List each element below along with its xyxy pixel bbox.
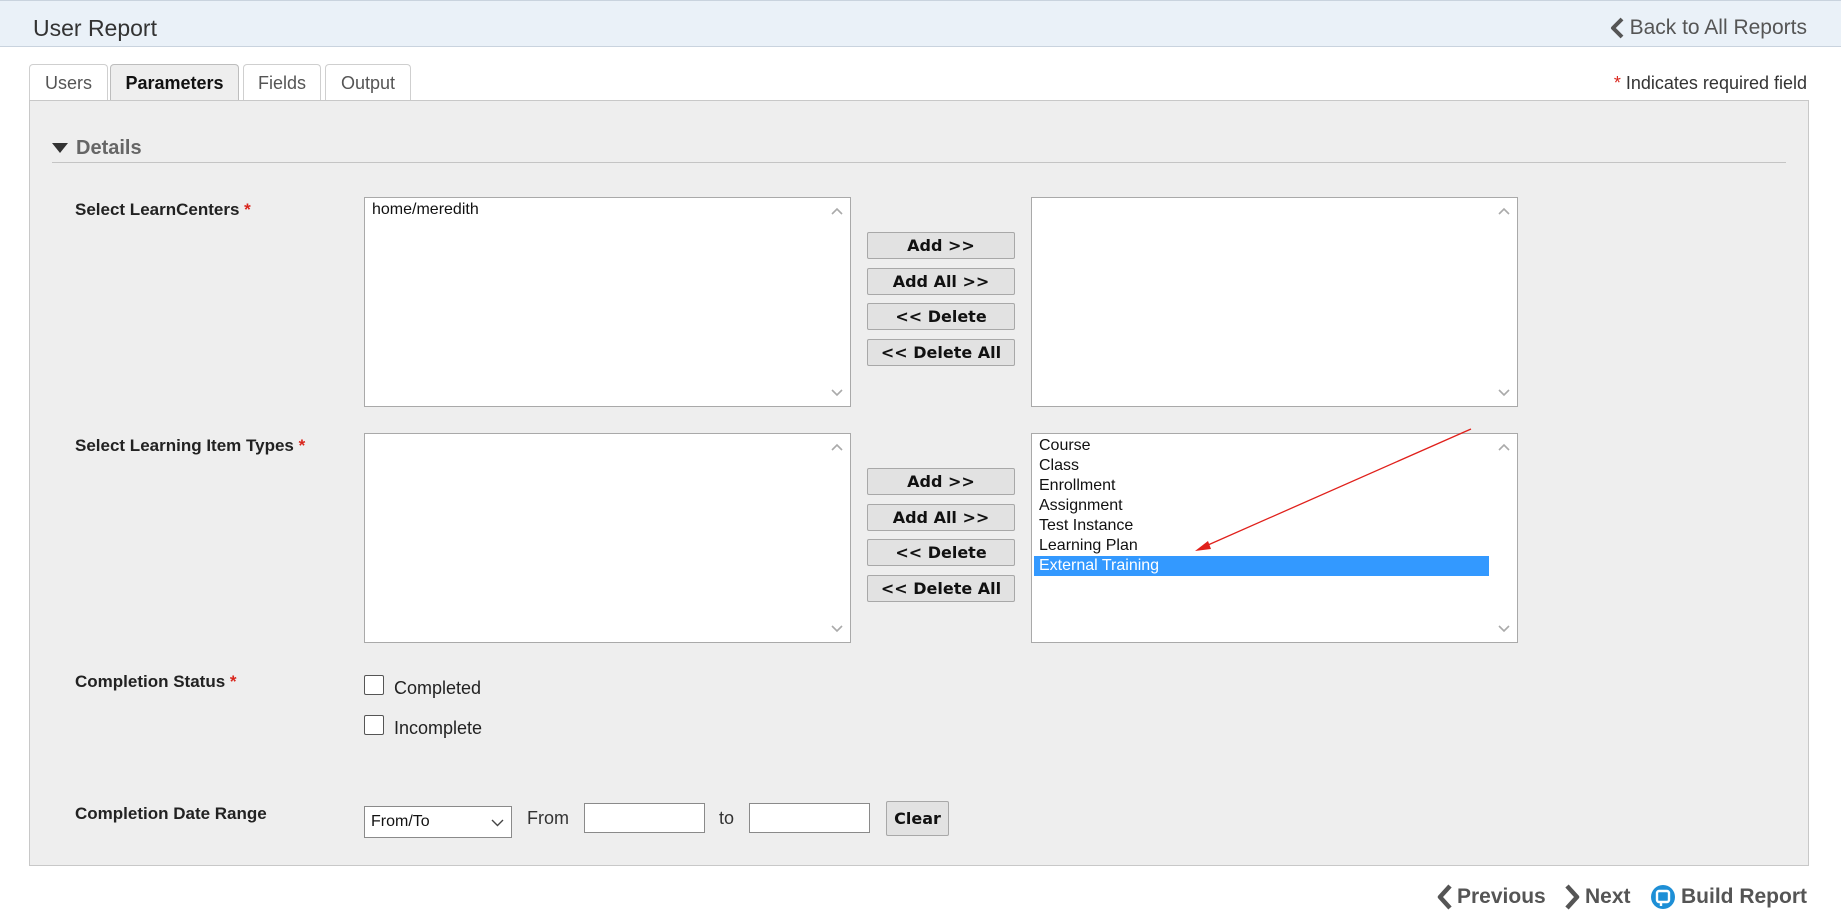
item-types-selected-list[interactable]: Course Class Enrollment Assignment Test … — [1031, 433, 1518, 643]
list-item[interactable]: Learning Plan — [1034, 536, 1489, 556]
scroll-down-icon[interactable] — [1497, 624, 1511, 634]
scroll-down-icon[interactable] — [830, 624, 844, 634]
scroll-up-icon[interactable] — [1497, 442, 1511, 452]
learncenters-add-all-button[interactable]: Add All >> — [867, 268, 1015, 295]
back-to-reports-link[interactable]: Back to All Reports — [1610, 16, 1807, 40]
date-range-mode-value: From/To — [371, 813, 430, 830]
learncenters-add-button[interactable]: Add >> — [867, 232, 1015, 259]
to-date-input[interactable] — [749, 803, 870, 833]
list-item-selected[interactable]: External Training — [1034, 556, 1489, 576]
required-field-note: * Indicates required field — [1614, 73, 1807, 94]
learncenters-label-text: Select LearnCenters — [75, 200, 240, 219]
list-item[interactable]: home/meredith — [367, 200, 822, 220]
completion-status-label: Completion Status * — [75, 672, 237, 692]
clear-dates-button[interactable]: Clear — [886, 801, 949, 836]
completed-checkbox-label[interactable]: Completed — [394, 678, 481, 699]
learncenters-selected-list[interactable] — [1031, 197, 1518, 407]
tab-label: Fields — [257, 72, 306, 93]
tab-label: Users — [44, 72, 92, 93]
report-header: User Report Back to All Reports — [0, 0, 1841, 47]
from-label: From — [527, 808, 569, 828]
previous-label: Previous — [1457, 885, 1546, 908]
chevron-right-icon — [1565, 884, 1580, 910]
previous-button[interactable]: Previous — [1437, 884, 1546, 910]
item-types-available-list[interactable] — [364, 433, 851, 643]
to-label: to — [719, 808, 735, 828]
tab-output[interactable]: Output — [325, 64, 411, 101]
list-item[interactable]: Class — [1034, 456, 1489, 476]
section-title: Details — [76, 137, 142, 159]
scroll-down-icon[interactable] — [1497, 388, 1511, 398]
item-types-label: Select Learning Item Types * — [75, 436, 305, 456]
next-label: Next — [1585, 885, 1631, 908]
item-types-label-text: Select Learning Item Types — [75, 436, 294, 455]
item-types-delete-all-button[interactable]: << Delete All — [867, 575, 1015, 602]
tab-label: Output — [340, 72, 396, 93]
incomplete-checkbox[interactable] — [364, 715, 384, 735]
scroll-up-icon[interactable] — [830, 206, 844, 216]
build-report-icon — [1651, 885, 1675, 909]
section-divider — [52, 162, 1786, 163]
list-item[interactable]: Course — [1034, 436, 1489, 456]
scroll-down-icon[interactable] — [830, 388, 844, 398]
required-star: * — [1613, 73, 1621, 93]
chevron-left-icon — [1437, 884, 1452, 910]
tab-users[interactable]: Users — [29, 64, 108, 101]
learncenters-delete-all-button[interactable]: << Delete All — [867, 339, 1015, 366]
completed-checkbox[interactable] — [364, 675, 384, 695]
page-title: User Report — [33, 15, 157, 41]
build-report-label: Build Report — [1681, 885, 1807, 908]
item-types-add-button[interactable]: Add >> — [867, 468, 1015, 495]
required-note-text: Indicates required field — [1625, 73, 1807, 93]
date-range-mode-select[interactable]: From/To — [364, 806, 512, 838]
learncenters-available-list[interactable]: home/meredith — [364, 197, 851, 407]
item-types-add-all-button[interactable]: Add All >> — [867, 504, 1015, 531]
required-star: * — [229, 672, 237, 691]
chevron-left-icon — [1610, 17, 1623, 39]
item-types-delete-button[interactable]: << Delete — [867, 539, 1015, 566]
list-item[interactable]: Test Instance — [1034, 516, 1489, 536]
back-link-label: Back to All Reports — [1629, 16, 1807, 39]
triangle-down-icon — [52, 143, 68, 153]
required-star: * — [244, 200, 251, 219]
incomplete-checkbox-label[interactable]: Incomplete — [394, 718, 482, 739]
scroll-up-icon[interactable] — [830, 442, 844, 452]
tab-parameters[interactable]: Parameters — [110, 64, 239, 102]
from-date-input[interactable] — [584, 803, 705, 833]
learncenters-label: Select LearnCenters * — [75, 200, 251, 220]
next-button[interactable]: Next — [1565, 884, 1631, 910]
details-section-toggle[interactable]: Details — [52, 137, 142, 160]
completion-status-label-text: Completion Status — [75, 672, 226, 691]
learncenters-delete-button[interactable]: << Delete — [867, 303, 1015, 330]
chevron-down-icon — [491, 819, 504, 827]
date-range-label: Completion Date Range — [75, 804, 267, 823]
build-report-button[interactable]: Build Report — [1650, 884, 1807, 910]
tab-fields[interactable]: Fields — [243, 64, 321, 101]
tab-label: Parameters — [125, 73, 224, 93]
list-item[interactable]: Assignment — [1034, 496, 1489, 516]
scroll-up-icon[interactable] — [1497, 206, 1511, 216]
list-item[interactable]: Enrollment — [1034, 476, 1489, 496]
required-star: * — [298, 436, 306, 455]
